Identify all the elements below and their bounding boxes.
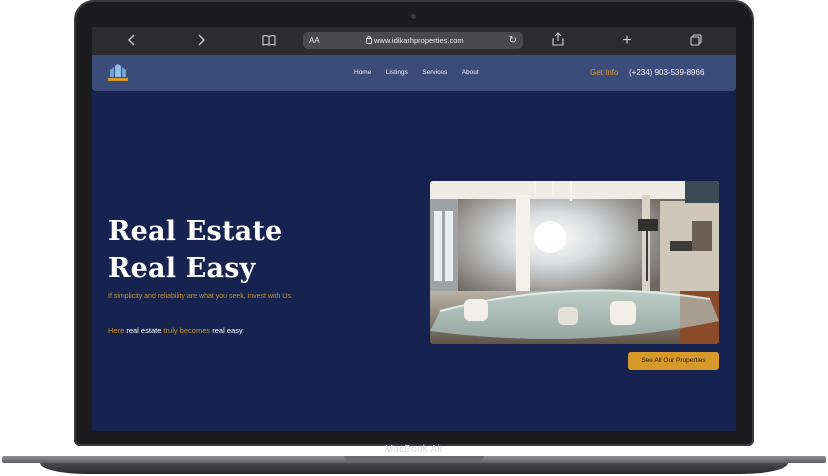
camera-icon	[411, 14, 416, 19]
headline-line-2: Real Easy	[108, 253, 256, 284]
share-icon[interactable]	[551, 32, 565, 50]
subline-text-1: Here	[108, 326, 127, 335]
get-info-link[interactable]: Get Info	[590, 55, 618, 91]
headline-line-1: Real Estate	[108, 216, 283, 247]
forward-icon[interactable]	[194, 32, 208, 50]
address-bar[interactable]: AA www.idikarhproperties.com ↻	[303, 32, 523, 49]
laptop-base	[0, 456, 828, 476]
reload-icon[interactable]: ↻	[509, 32, 517, 49]
see-all-properties-button[interactable]: See All Our Properties	[628, 352, 719, 370]
hero-headline: Real Estate Real Easy	[108, 213, 282, 287]
logo-icon[interactable]	[106, 61, 130, 85]
hero-subline: Here real estate truly becomes real easy…	[108, 326, 244, 335]
phone-number[interactable]: (+234) 903-539-8966	[629, 55, 704, 91]
back-icon[interactable]	[125, 32, 139, 50]
reader-toggle[interactable]: AA	[309, 32, 320, 49]
subline-text-2: truly becomes	[161, 326, 213, 335]
bookmarks-icon[interactable]	[261, 32, 277, 50]
browser-screen: AA www.idikarhproperties.com ↻ + Home Li…	[92, 27, 736, 431]
subline-text-3: .	[242, 326, 245, 335]
subline-highlight-2: real easy	[212, 326, 243, 335]
nav-links: Home Listings Services About	[354, 55, 489, 91]
nav-services[interactable]: Services	[422, 55, 447, 91]
browser-toolbar: AA www.idikarhproperties.com ↻ +	[92, 27, 736, 55]
nav-about[interactable]: About	[462, 55, 479, 91]
device-label: MacBook Air	[384, 444, 444, 455]
site-navbar: Home Listings Services About Get Info (+…	[92, 55, 736, 91]
nav-home[interactable]: Home	[354, 55, 371, 91]
new-tab-icon[interactable]: +	[620, 32, 634, 50]
tabs-icon[interactable]	[689, 32, 703, 50]
subline-highlight-1: real estate	[126, 326, 162, 335]
hero-tagline: If simplicity and reliability are what y…	[108, 293, 293, 300]
hero-interior-photo	[430, 181, 719, 344]
nav-listings[interactable]: Listings	[386, 55, 408, 91]
lock-icon	[366, 36, 372, 44]
url-text[interactable]: www.idikarhproperties.com	[374, 32, 464, 49]
